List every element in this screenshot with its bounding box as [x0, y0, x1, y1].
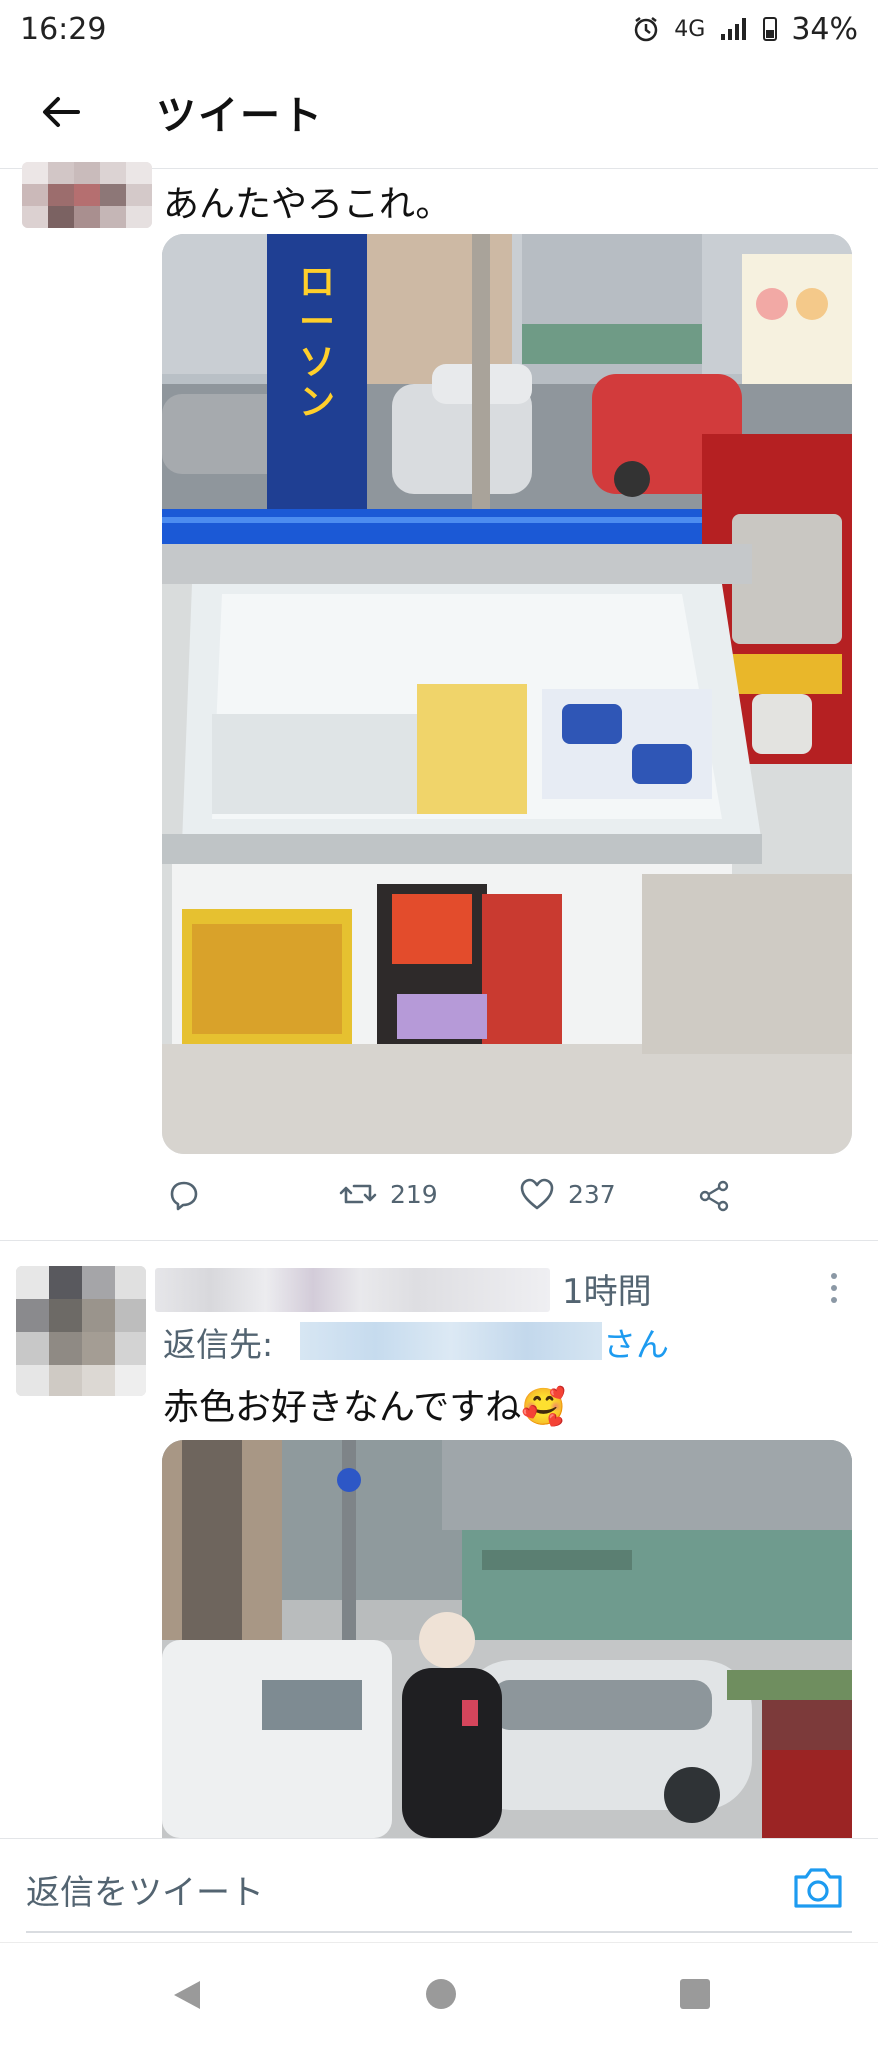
like-icon [520, 1178, 554, 1210]
composer-underline [26, 1931, 852, 1933]
svg-text:ロ: ロ [299, 262, 335, 303]
status-time: 16:29 [20, 11, 107, 47]
reply-timestamp: 1時間 [562, 1272, 652, 1312]
battery-level: 34% [791, 11, 858, 47]
more-options-button[interactable] [824, 1268, 844, 1308]
reply-action[interactable] [166, 1178, 202, 1214]
status-icons: 4G 34% [632, 12, 858, 47]
reply-text: 赤色お好きなんですね [163, 1387, 522, 1428]
app-header: ツイート [0, 58, 878, 166]
share-icon [699, 1180, 729, 1212]
alarm-icon [635, 17, 658, 42]
svg-text:ー: ー [299, 302, 335, 343]
retweet-icon [339, 1184, 377, 1204]
svg-text:ソ: ソ [299, 342, 335, 383]
camera-icon [794, 1868, 842, 1908]
back-button[interactable] [20, 72, 100, 152]
avatar[interactable] [22, 162, 152, 228]
reply-composer: 返信をツイート [0, 1838, 878, 1942]
reply-author-name[interactable] [155, 1268, 550, 1312]
tweet-text: あんたやろこれ。 [163, 184, 452, 225]
street-photo [162, 1440, 852, 1838]
share-action[interactable] [696, 1178, 732, 1214]
retweet-count: 219 [390, 1179, 438, 1209]
battery-icon [763, 17, 778, 41]
status-bar: 16:29 4G 34% [0, 0, 878, 58]
reply-avatar[interactable] [16, 1266, 146, 1396]
signal-icon [721, 18, 747, 40]
like-action[interactable]: 237 [518, 1176, 616, 1212]
reply-icon [170, 1181, 198, 1211]
reply-photo[interactable] [162, 1440, 852, 1838]
reply-to-handle[interactable] [300, 1322, 602, 1360]
like-count: 237 [568, 1179, 616, 1209]
reply-input[interactable]: 返信をツイート [26, 1865, 264, 1914]
reply-to-label: 返信先: [163, 1325, 274, 1364]
tweet-divider [0, 1240, 878, 1241]
nav-recent-apps-icon[interactable] [680, 1979, 710, 2009]
smiling-hearts-emoji: 🥰 [521, 1387, 567, 1428]
camera-button[interactable] [790, 1863, 846, 1913]
reply-text-row: 赤色お好きなんですね🥰 [163, 1378, 566, 1430]
network-label: 4G [674, 16, 706, 42]
nav-back-icon[interactable] [170, 1977, 204, 2013]
arrow-left-icon [43, 97, 80, 127]
reply-to-suffix: さん [603, 1325, 669, 1364]
tweet-photo[interactable]: ロ ー ソ ン [162, 234, 852, 1154]
store-freezer-photo: ロ ー ソ ン [162, 234, 852, 1154]
svg-text:ン: ン [299, 382, 335, 423]
nav-home-icon[interactable] [426, 1979, 456, 2009]
page-title: ツイート [156, 93, 324, 139]
more-vertical-icon [831, 1273, 837, 1303]
retweet-action[interactable]: 219 [338, 1176, 438, 1212]
system-nav-bar [0, 1942, 878, 2048]
